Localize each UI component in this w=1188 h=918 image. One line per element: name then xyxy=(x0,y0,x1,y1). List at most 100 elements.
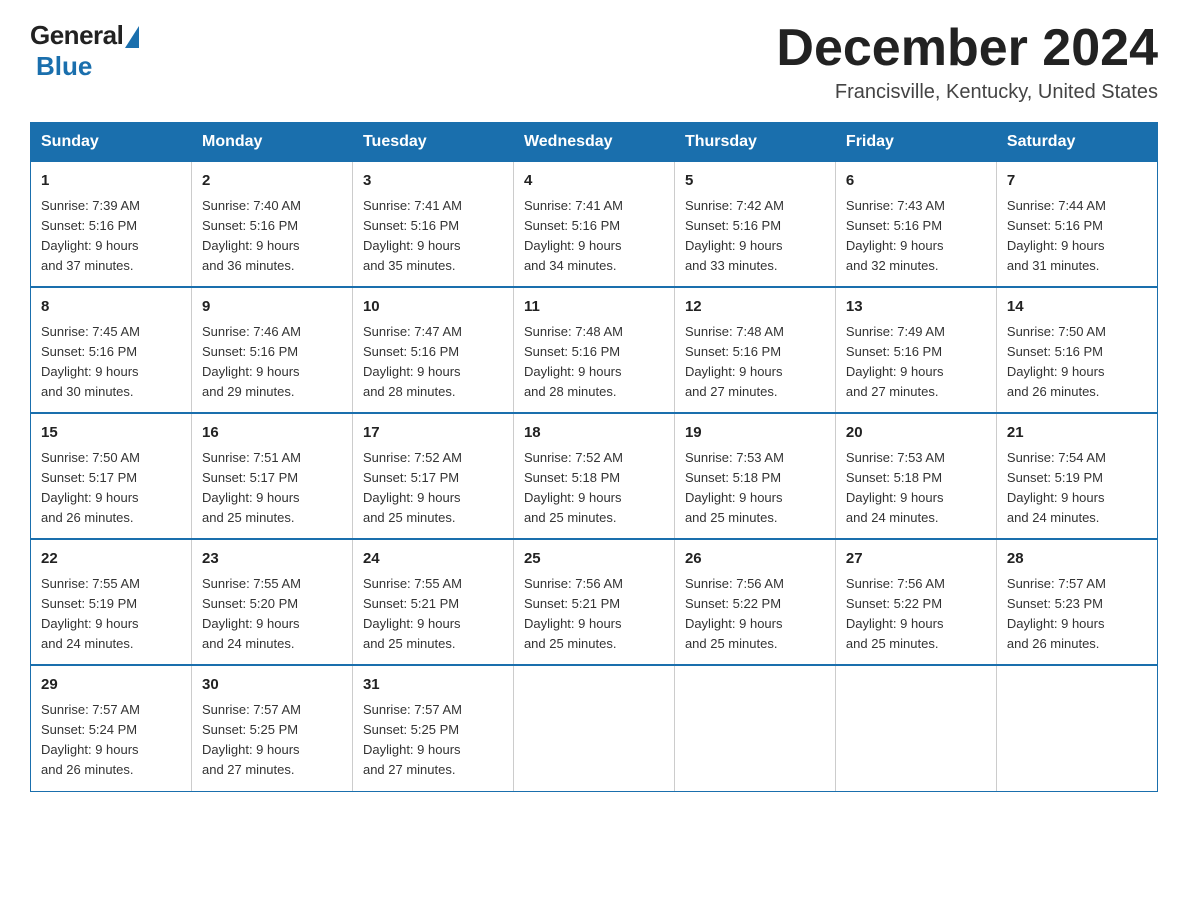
month-title: December 2024 xyxy=(776,20,1158,77)
day-info: Sunrise: 7:41 AMSunset: 5:16 PMDaylight:… xyxy=(524,198,623,273)
day-info: Sunrise: 7:48 AMSunset: 5:16 PMDaylight:… xyxy=(685,324,784,399)
day-info: Sunrise: 7:40 AMSunset: 5:16 PMDaylight:… xyxy=(202,198,301,273)
calendar-day-cell: 20 Sunrise: 7:53 AMSunset: 5:18 PMDayligh… xyxy=(835,413,996,539)
day-number: 12 xyxy=(685,296,825,319)
calendar-day-cell xyxy=(674,665,835,791)
calendar-day-cell: 6 Sunrise: 7:43 AMSunset: 5:16 PMDaylight… xyxy=(835,162,996,288)
day-info: Sunrise: 7:50 AMSunset: 5:17 PMDaylight:… xyxy=(41,450,140,525)
calendar-day-cell: 23Sunrise: 7:55 AMSunset: 5:20 PMDayligh… xyxy=(191,539,352,665)
logo-blue-text: Blue xyxy=(36,51,92,81)
day-info: Sunrise: 7:44 AMSunset: 5:16 PMDaylight:… xyxy=(1007,198,1106,273)
calendar-week-row: 22 Sunrise: 7:55 AMSunset: 5:19 PMDayligh… xyxy=(31,539,1158,665)
day-number: 19 xyxy=(685,422,825,445)
day-number: 10 xyxy=(363,296,503,319)
day-number: 26 xyxy=(685,548,825,571)
calendar-day-cell: 16 Sunrise: 7:51 AMSunset: 5:17 PMDayligh… xyxy=(191,413,352,539)
day-info: Sunrise: 7:56 AMSunset: 5:21 PMDaylight:… xyxy=(524,576,623,651)
day-number: 8 xyxy=(41,296,181,319)
day-number: 18 xyxy=(524,422,664,445)
day-info: Sunrise: 7:47 AMSunset: 5:16 PMDaylight:… xyxy=(363,324,462,399)
day-info: Sunrise: 7:45 AMSunset: 5:16 PMDaylight:… xyxy=(41,324,140,399)
day-number: 5 xyxy=(685,170,825,193)
day-info: Sunrise: 7:53 AMSunset: 5:18 PMDaylight:… xyxy=(846,450,945,525)
day-number: 6 xyxy=(846,170,986,193)
calendar-header-monday: Monday xyxy=(191,123,352,162)
calendar-day-cell: 3 Sunrise: 7:41 AMSunset: 5:16 PMDaylight… xyxy=(352,162,513,288)
day-number: 7 xyxy=(1007,170,1147,193)
day-info: Sunrise: 7:50 AMSunset: 5:16 PMDaylight:… xyxy=(1007,324,1106,399)
calendar-day-cell: 1 Sunrise: 7:39 AMSunset: 5:16 PMDaylight… xyxy=(31,162,192,288)
day-info: Sunrise: 7:49 AMSunset: 5:16 PMDaylight:… xyxy=(846,324,945,399)
day-number: 27 xyxy=(846,548,986,571)
day-number: 28 xyxy=(1007,548,1147,571)
calendar-day-cell: 9 Sunrise: 7:46 AMSunset: 5:16 PMDaylight… xyxy=(191,287,352,413)
calendar-day-cell: 21Sunrise: 7:54 AMSunset: 5:19 PMDayligh… xyxy=(996,413,1157,539)
day-info: Sunrise: 7:43 AMSunset: 5:16 PMDaylight:… xyxy=(846,198,945,273)
day-info: Sunrise: 7:55 AMSunset: 5:21 PMDaylight:… xyxy=(363,576,462,651)
day-info: Sunrise: 7:57 AMSunset: 5:25 PMDaylight:… xyxy=(202,702,301,777)
day-number: 3 xyxy=(363,170,503,193)
calendar-header-wednesday: Wednesday xyxy=(513,123,674,162)
calendar-day-cell: 4 Sunrise: 7:41 AMSunset: 5:16 PMDaylight… xyxy=(513,162,674,288)
location-title: Francisville, Kentucky, United States xyxy=(776,81,1158,104)
calendar-header-thursday: Thursday xyxy=(674,123,835,162)
day-info: Sunrise: 7:46 AMSunset: 5:16 PMDaylight:… xyxy=(202,324,301,399)
day-info: Sunrise: 7:41 AMSunset: 5:16 PMDaylight:… xyxy=(363,198,462,273)
calendar-day-cell: 11 Sunrise: 7:48 AMSunset: 5:16 PMDayligh… xyxy=(513,287,674,413)
calendar-day-cell: 25 Sunrise: 7:56 AMSunset: 5:21 PMDayligh… xyxy=(513,539,674,665)
day-info: Sunrise: 7:53 AMSunset: 5:18 PMDaylight:… xyxy=(685,450,784,525)
calendar-day-cell: 29Sunrise: 7:57 AMSunset: 5:24 PMDayligh… xyxy=(31,665,192,791)
calendar-day-cell: 15 Sunrise: 7:50 AMSunset: 5:17 PMDayligh… xyxy=(31,413,192,539)
day-info: Sunrise: 7:55 AMSunset: 5:20 PMDaylight:… xyxy=(202,576,301,651)
calendar-day-cell: 5 Sunrise: 7:42 AMSunset: 5:16 PMDaylight… xyxy=(674,162,835,288)
calendar-week-row: 15 Sunrise: 7:50 AMSunset: 5:17 PMDayligh… xyxy=(31,413,1158,539)
calendar-day-cell: 19 Sunrise: 7:53 AMSunset: 5:18 PMDayligh… xyxy=(674,413,835,539)
logo-triangle-icon xyxy=(125,26,139,48)
day-number: 20 xyxy=(846,422,986,445)
calendar-week-row: 29Sunrise: 7:57 AMSunset: 5:24 PMDayligh… xyxy=(31,665,1158,791)
day-info: Sunrise: 7:55 AMSunset: 5:19 PMDaylight:… xyxy=(41,576,140,651)
title-area: December 2024 Francisville, Kentucky, Un… xyxy=(776,20,1158,104)
day-info: Sunrise: 7:42 AMSunset: 5:16 PMDaylight:… xyxy=(685,198,784,273)
calendar-table: SundayMondayTuesdayWednesdayThursdayFrid… xyxy=(30,122,1158,791)
day-info: Sunrise: 7:48 AMSunset: 5:16 PMDaylight:… xyxy=(524,324,623,399)
day-number: 9 xyxy=(202,296,342,319)
logo: General Blue xyxy=(30,20,139,82)
day-info: Sunrise: 7:57 AMSunset: 5:24 PMDaylight:… xyxy=(41,702,140,777)
calendar-day-cell xyxy=(513,665,674,791)
calendar-header-saturday: Saturday xyxy=(996,123,1157,162)
calendar-day-cell xyxy=(996,665,1157,791)
calendar-day-cell: 12 Sunrise: 7:48 AMSunset: 5:16 PMDayligh… xyxy=(674,287,835,413)
calendar-week-row: 1 Sunrise: 7:39 AMSunset: 5:16 PMDaylight… xyxy=(31,162,1158,288)
calendar-header-sunday: Sunday xyxy=(31,123,192,162)
calendar-header-tuesday: Tuesday xyxy=(352,123,513,162)
calendar-day-cell: 8 Sunrise: 7:45 AMSunset: 5:16 PMDaylight… xyxy=(31,287,192,413)
calendar-day-cell: 17 Sunrise: 7:52 AMSunset: 5:17 PMDayligh… xyxy=(352,413,513,539)
calendar-day-cell: 31 Sunrise: 7:57 AMSunset: 5:25 PMDayligh… xyxy=(352,665,513,791)
day-info: Sunrise: 7:39 AMSunset: 5:16 PMDaylight:… xyxy=(41,198,140,273)
day-info: Sunrise: 7:57 AMSunset: 5:25 PMDaylight:… xyxy=(363,702,462,777)
day-info: Sunrise: 7:56 AMSunset: 5:22 PMDaylight:… xyxy=(846,576,945,651)
day-number: 25 xyxy=(524,548,664,571)
calendar-day-cell: 28Sunrise: 7:57 AMSunset: 5:23 PMDayligh… xyxy=(996,539,1157,665)
day-number: 11 xyxy=(524,296,664,319)
day-number: 17 xyxy=(363,422,503,445)
day-info: Sunrise: 7:56 AMSunset: 5:22 PMDaylight:… xyxy=(685,576,784,651)
day-number: 13 xyxy=(846,296,986,319)
calendar-day-cell: 2 Sunrise: 7:40 AMSunset: 5:16 PMDaylight… xyxy=(191,162,352,288)
calendar-day-cell xyxy=(835,665,996,791)
day-number: 14 xyxy=(1007,296,1147,319)
day-info: Sunrise: 7:52 AMSunset: 5:18 PMDaylight:… xyxy=(524,450,623,525)
day-number: 31 xyxy=(363,674,503,697)
day-number: 15 xyxy=(41,422,181,445)
day-info: Sunrise: 7:52 AMSunset: 5:17 PMDaylight:… xyxy=(363,450,462,525)
day-number: 4 xyxy=(524,170,664,193)
day-number: 16 xyxy=(202,422,342,445)
day-number: 22 xyxy=(41,548,181,571)
day-number: 24 xyxy=(363,548,503,571)
calendar-day-cell: 13 Sunrise: 7:49 AMSunset: 5:16 PMDayligh… xyxy=(835,287,996,413)
calendar-header-row: SundayMondayTuesdayWednesdayThursdayFrid… xyxy=(31,123,1158,162)
day-info: Sunrise: 7:51 AMSunset: 5:17 PMDaylight:… xyxy=(202,450,301,525)
day-number: 2 xyxy=(202,170,342,193)
day-number: 1 xyxy=(41,170,181,193)
